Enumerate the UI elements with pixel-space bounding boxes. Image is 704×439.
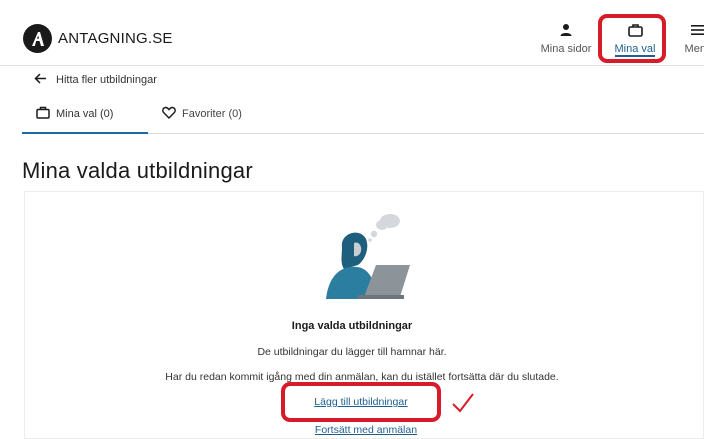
arrow-left-icon (34, 73, 47, 87)
page-title: Mina valda utbildningar (22, 158, 253, 183)
logo-a-icon (23, 24, 52, 53)
nav-mina-sidor[interactable]: Mina sidor (538, 23, 594, 55)
tab-favoriter[interactable]: Favoriter (0) (162, 106, 242, 122)
active-tab-indicator (22, 132, 148, 134)
nav-meny[interactable]: Meny (678, 23, 704, 55)
tab-favoriter-label: Favoriter (0) (182, 108, 242, 120)
highlight-add-link (281, 382, 441, 422)
tabs: Mina val (0) Favoriter (0) (22, 98, 704, 134)
highlight-mina-val (598, 14, 666, 63)
hamburger-icon (690, 23, 704, 40)
bag-icon (36, 106, 50, 122)
site-logo[interactable]: ANTAGNING.SE (23, 24, 173, 53)
checkmark-icon (451, 392, 475, 419)
person-laptop-illustration (318, 207, 414, 308)
back-link[interactable]: Hitta fler utbildningar (34, 73, 157, 87)
heart-icon (162, 106, 176, 122)
person-icon (559, 23, 573, 40)
continue-application-link[interactable]: Fortsätt med anmälan (0, 424, 704, 436)
empty-state-subtitle: De utbildningar du lägger till hamnar hä… (257, 346, 447, 358)
tab-mina-val[interactable]: Mina val (0) (36, 106, 113, 122)
empty-state-title: Inga valda utbildningar (291, 320, 413, 332)
nav-mina-sidor-label: Mina sidor (540, 43, 592, 55)
logo-text: ANTAGNING.SE (58, 30, 173, 47)
back-link-label: Hitta fler utbildningar (56, 74, 157, 86)
tab-mina-val-label: Mina val (0) (56, 108, 114, 120)
nav-meny-label: Meny (684, 43, 704, 55)
